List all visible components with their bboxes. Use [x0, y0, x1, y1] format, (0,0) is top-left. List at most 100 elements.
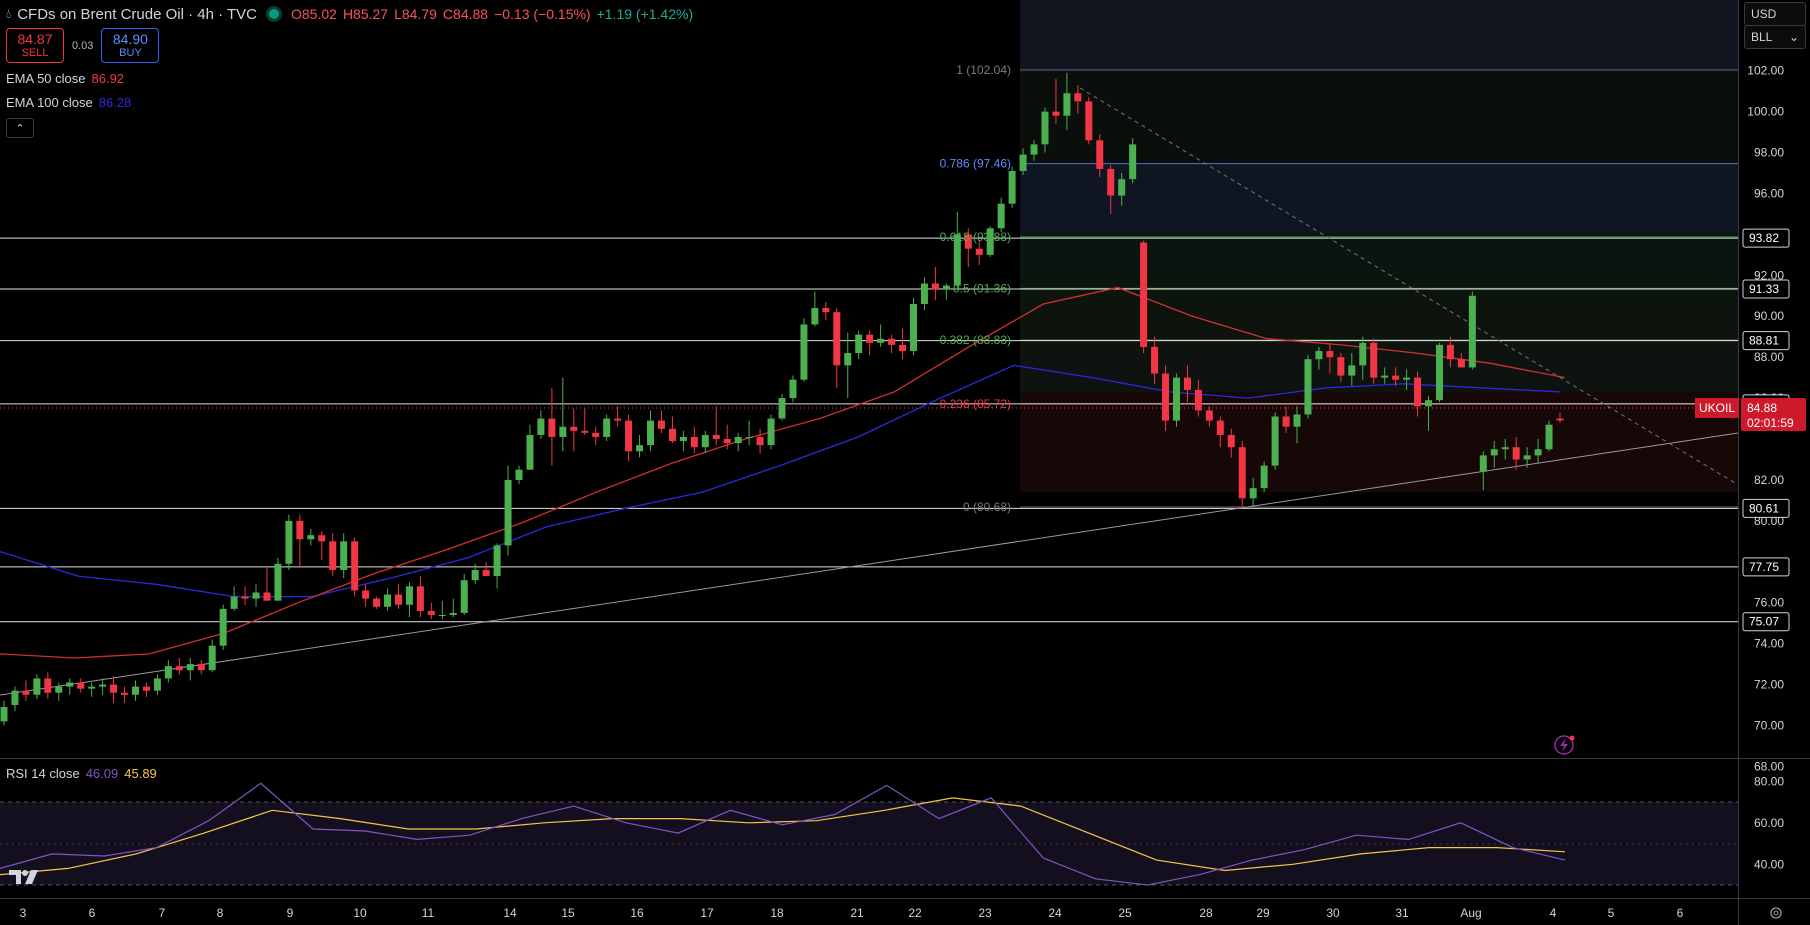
- candle-body[interactable]: [888, 338, 896, 345]
- candle-body[interactable]: [274, 563, 282, 601]
- candle-body[interactable]: [1359, 342, 1367, 366]
- candle-body[interactable]: [1238, 447, 1246, 499]
- candle-body[interactable]: [1074, 93, 1082, 102]
- candle-body[interactable]: [33, 678, 41, 695]
- candle-body[interactable]: [1140, 242, 1148, 347]
- candle-body[interactable]: [1370, 342, 1378, 378]
- candle-body[interactable]: [1107, 168, 1115, 196]
- candle-body[interactable]: [471, 569, 479, 581]
- tradingview-logo[interactable]: [8, 866, 40, 886]
- candle-body[interactable]: [1490, 449, 1498, 456]
- candle-body[interactable]: [745, 436, 753, 438]
- candle-body[interactable]: [1545, 424, 1553, 450]
- candle-body[interactable]: [559, 426, 567, 437]
- candle-body[interactable]: [822, 308, 830, 313]
- candle-body[interactable]: [241, 596, 249, 599]
- lightning-icon[interactable]: [1554, 735, 1575, 755]
- candle-body[interactable]: [920, 283, 928, 304]
- candle-body[interactable]: [11, 690, 19, 706]
- candle-body[interactable]: [175, 666, 183, 671]
- candle-body[interactable]: [230, 596, 238, 609]
- candle-body[interactable]: [1030, 144, 1038, 155]
- candle-body[interactable]: [1326, 351, 1334, 358]
- candle-body[interactable]: [1118, 179, 1126, 196]
- candle-body[interactable]: [1249, 488, 1257, 499]
- rsi-legend[interactable]: RSI 14 close 46.09 45.89: [6, 766, 157, 781]
- candle-body[interactable]: [942, 285, 950, 290]
- candle-body[interactable]: [701, 434, 709, 448]
- candle-body[interactable]: [614, 418, 622, 421]
- candle-body[interactable]: [504, 479, 512, 546]
- candle-body[interactable]: [1403, 377, 1411, 380]
- candle-body[interactable]: [1304, 359, 1312, 415]
- candle-body[interactable]: [1534, 449, 1542, 456]
- candle-body[interactable]: [844, 353, 852, 366]
- candle-body[interactable]: [997, 203, 1005, 229]
- candle-body[interactable]: [1468, 295, 1476, 368]
- candle-body[interactable]: [570, 426, 578, 431]
- candle-body[interactable]: [1479, 455, 1487, 472]
- candle-body[interactable]: [77, 682, 85, 689]
- candle-body[interactable]: [625, 420, 633, 452]
- candle-body[interactable]: [1337, 357, 1345, 376]
- candle-body[interactable]: [1457, 359, 1465, 368]
- collapse-legend-button[interactable]: ⌃: [6, 118, 34, 138]
- candle-body[interactable]: [460, 580, 468, 613]
- candle-body[interactable]: [975, 248, 983, 255]
- candle-body[interactable]: [1052, 111, 1060, 116]
- candle-body[interactable]: [285, 520, 293, 564]
- candle-body[interactable]: [1523, 455, 1531, 460]
- candle-body[interactable]: [153, 678, 161, 691]
- candle-body[interactable]: [142, 686, 150, 691]
- candle-body[interactable]: [537, 418, 545, 435]
- candle-body[interactable]: [493, 545, 501, 577]
- candle-body[interactable]: [931, 283, 939, 290]
- candle-body[interactable]: [1512, 447, 1520, 460]
- candle-body[interactable]: [110, 684, 118, 693]
- candle-body[interactable]: [668, 428, 676, 442]
- candle-body[interactable]: [1183, 377, 1191, 390]
- rising-trendline[interactable]: [0, 432, 1739, 696]
- candle-body[interactable]: [186, 664, 194, 671]
- candle-body[interactable]: [438, 614, 446, 616]
- sell-button[interactable]: 84.87 SELL: [6, 28, 64, 63]
- candle-body[interactable]: [405, 586, 413, 605]
- candle-body[interactable]: [647, 420, 655, 446]
- candle-body[interactable]: [373, 598, 381, 607]
- candle-body[interactable]: [416, 586, 424, 611]
- currency-select[interactable]: USD: [1744, 2, 1806, 26]
- candle-body[interactable]: [1260, 465, 1268, 489]
- ema100-legend[interactable]: EMA 100 close 86.28: [6, 95, 131, 110]
- candle-body[interactable]: [329, 541, 337, 570]
- candle-body[interactable]: [899, 344, 907, 352]
- candle-body[interactable]: [767, 418, 775, 446]
- candle-body[interactable]: [1129, 144, 1137, 180]
- candle-body[interactable]: [1315, 351, 1323, 360]
- candle-body[interactable]: [88, 686, 96, 689]
- time-axis[interactable]: 3 6 7 8 9 10 11 14 15 16 17 18 21 22 23 24 25 28 29 30 31 Aug…: [20, 906, 1684, 920]
- candle-body[interactable]: [1271, 416, 1279, 466]
- candle-body[interactable]: [833, 312, 841, 366]
- candle-body[interactable]: [1162, 373, 1170, 421]
- candle-body[interactable]: [1205, 410, 1213, 421]
- candle-body[interactable]: [1227, 434, 1235, 448]
- ema50-legend[interactable]: EMA 50 close 86.92: [6, 71, 124, 86]
- candle-body[interactable]: [1381, 375, 1389, 378]
- candle-body[interactable]: [99, 684, 107, 687]
- candle-body[interactable]: [723, 439, 731, 444]
- candle-body[interactable]: [1151, 346, 1159, 374]
- symbol-title[interactable]: CFDs on Brent Crude Oil · 4h · TVC: [17, 6, 257, 23]
- candle-body[interactable]: [219, 608, 227, 646]
- candle-body[interactable]: [877, 338, 885, 343]
- candle-body[interactable]: [1172, 377, 1180, 421]
- candle-body[interactable]: [22, 690, 30, 695]
- candle-body[interactable]: [657, 420, 665, 429]
- candle-body[interactable]: [1446, 344, 1454, 360]
- candle-body[interactable]: [592, 432, 600, 437]
- candle-body[interactable]: [1063, 93, 1071, 116]
- candle-body[interactable]: [1348, 365, 1356, 376]
- candle-body[interactable]: [679, 436, 687, 442]
- candle-body[interactable]: [351, 541, 359, 591]
- market-status-icon[interactable]: [269, 9, 279, 19]
- candle-body[interactable]: [756, 436, 764, 446]
